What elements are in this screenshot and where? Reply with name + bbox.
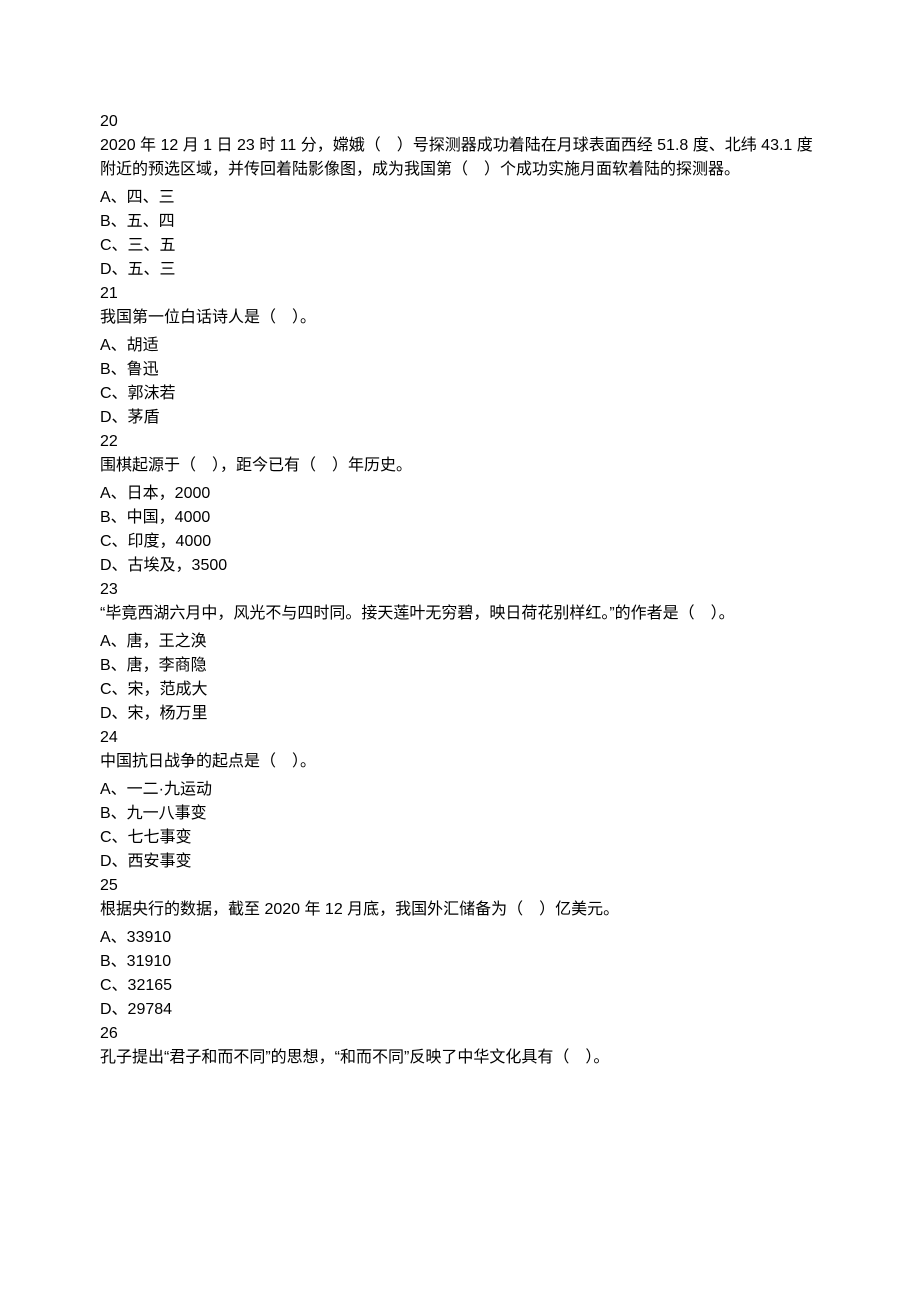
question-number: 21	[100, 282, 820, 306]
question-stem: 根据央行的数据，截至 2020 年 12 月底，我国外汇储备为（ ）亿美元。	[100, 898, 820, 922]
question-number: 26	[100, 1022, 820, 1046]
option-d: D、宋，杨万里	[100, 702, 820, 726]
option-b: B、九一八事变	[100, 802, 820, 826]
option-c: C、32165	[100, 974, 820, 998]
option-b: B、31910	[100, 950, 820, 974]
option-c: C、郭沫若	[100, 382, 820, 406]
option-a: A、唐，王之涣	[100, 630, 820, 654]
question-block: 21 我国第一位白话诗人是（ ）。 A、胡适 B、鲁迅 C、郭沫若 D、茅盾	[100, 282, 820, 430]
option-a: A、胡适	[100, 334, 820, 358]
option-d: D、茅盾	[100, 406, 820, 430]
question-number: 20	[100, 110, 820, 134]
option-a: A、日本，2000	[100, 482, 820, 506]
exam-page: 20 2020 年 12 月 1 日 23 时 11 分，嫦娥（ ）号探测器成功…	[0, 0, 920, 1302]
question-stem: “毕竟西湖六月中，风光不与四时同。接天莲叶无穷碧，映日荷花别样红。”的作者是（ …	[100, 602, 820, 626]
option-a: A、一二·九运动	[100, 778, 820, 802]
option-c: C、印度，4000	[100, 530, 820, 554]
question-number: 22	[100, 430, 820, 454]
question-block: 20 2020 年 12 月 1 日 23 时 11 分，嫦娥（ ）号探测器成功…	[100, 110, 820, 282]
option-d: D、古埃及，3500	[100, 554, 820, 578]
option-b: B、唐，李商隐	[100, 654, 820, 678]
question-number: 24	[100, 726, 820, 750]
question-stem: 我国第一位白话诗人是（ ）。	[100, 306, 820, 330]
question-block: 25 根据央行的数据，截至 2020 年 12 月底，我国外汇储备为（ ）亿美元…	[100, 874, 820, 1022]
question-block: 22 围棋起源于（ ），距今已有（ ）年历史。 A、日本，2000 B、中国，4…	[100, 430, 820, 578]
option-d: D、西安事变	[100, 850, 820, 874]
option-d: D、五、三	[100, 258, 820, 282]
question-block: 26 孔子提出“君子和而不同”的思想，“和而不同”反映了中华文化具有（ ）。	[100, 1022, 820, 1070]
option-a: A、33910	[100, 926, 820, 950]
option-a: A、四、三	[100, 186, 820, 210]
question-number: 25	[100, 874, 820, 898]
option-c: C、宋，范成大	[100, 678, 820, 702]
option-c: C、七七事变	[100, 826, 820, 850]
option-b: B、五、四	[100, 210, 820, 234]
option-d: D、29784	[100, 998, 820, 1022]
option-b: B、鲁迅	[100, 358, 820, 382]
question-stem: 孔子提出“君子和而不同”的思想，“和而不同”反映了中华文化具有（ ）。	[100, 1046, 820, 1070]
option-c: C、三、五	[100, 234, 820, 258]
question-number: 23	[100, 578, 820, 602]
option-b: B、中国，4000	[100, 506, 820, 530]
question-block: 24 中国抗日战争的起点是（ ）。 A、一二·九运动 B、九一八事变 C、七七事…	[100, 726, 820, 874]
question-stem: 2020 年 12 月 1 日 23 时 11 分，嫦娥（ ）号探测器成功着陆在…	[100, 134, 820, 182]
question-stem: 中国抗日战争的起点是（ ）。	[100, 750, 820, 774]
question-stem: 围棋起源于（ ），距今已有（ ）年历史。	[100, 454, 820, 478]
question-block: 23 “毕竟西湖六月中，风光不与四时同。接天莲叶无穷碧，映日荷花别样红。”的作者…	[100, 578, 820, 726]
